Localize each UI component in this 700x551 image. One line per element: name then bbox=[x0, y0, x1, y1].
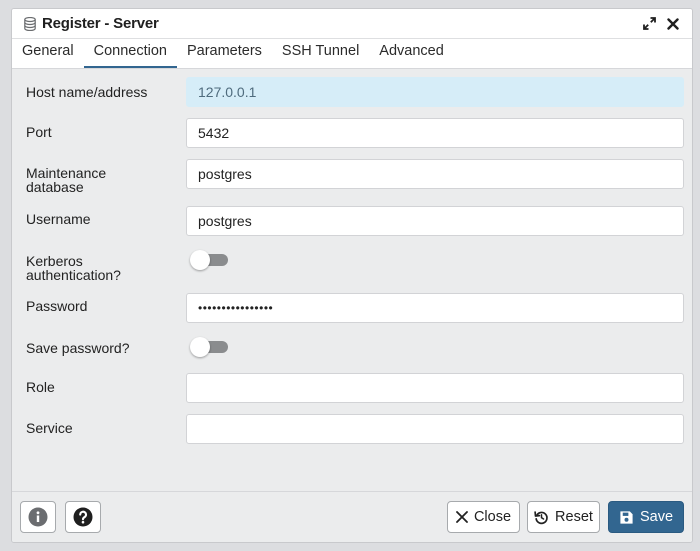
username-input[interactable] bbox=[186, 206, 684, 236]
info-button[interactable] bbox=[20, 501, 56, 533]
register-server-dialog: Register - Server General Connection Par… bbox=[11, 8, 693, 543]
info-icon bbox=[28, 507, 48, 527]
password-input[interactable] bbox=[186, 293, 684, 323]
x-icon bbox=[456, 511, 468, 523]
tab-general[interactable]: General bbox=[12, 38, 84, 68]
save-password-toggle-knob bbox=[190, 337, 210, 357]
kerberos-toggle[interactable] bbox=[190, 250, 228, 270]
dialog-titlebar[interactable]: Register - Server bbox=[12, 9, 692, 39]
tab-advanced[interactable]: Advanced bbox=[369, 38, 454, 68]
password-label: Password bbox=[26, 298, 88, 314]
kerberos-label-line2: authentication? bbox=[26, 267, 121, 283]
dialog-title: Register - Server bbox=[42, 15, 159, 32]
save-password-label: Save password? bbox=[26, 340, 130, 356]
tab-bar: General Connection Parameters SSH Tunnel… bbox=[12, 39, 692, 69]
role-label: Role bbox=[26, 379, 55, 395]
maintenance-db-label-line2: database bbox=[26, 179, 84, 195]
floppy-disk-icon bbox=[619, 510, 634, 525]
username-label: Username bbox=[26, 211, 91, 227]
connection-form: Host name/address Port Maintenance datab… bbox=[12, 69, 692, 492]
close-button[interactable]: Close bbox=[447, 501, 520, 533]
service-input[interactable] bbox=[186, 414, 684, 444]
port-input[interactable] bbox=[186, 118, 684, 148]
reset-button[interactable]: Reset bbox=[527, 501, 600, 533]
tab-ssh-tunnel[interactable]: SSH Tunnel bbox=[272, 38, 369, 68]
reset-button-label: Reset bbox=[555, 509, 593, 525]
role-input[interactable] bbox=[186, 373, 684, 403]
save-password-toggle[interactable] bbox=[190, 337, 228, 357]
help-button[interactable] bbox=[65, 501, 101, 533]
maintenance-db-input[interactable] bbox=[186, 159, 684, 189]
port-label: Port bbox=[26, 124, 52, 140]
host-input[interactable] bbox=[186, 77, 684, 107]
service-label: Service bbox=[26, 420, 73, 436]
close-icon[interactable] bbox=[664, 15, 682, 33]
help-icon bbox=[73, 507, 93, 527]
tab-connection[interactable]: Connection bbox=[83, 38, 177, 68]
host-label: Host name/address bbox=[26, 84, 148, 100]
server-icon bbox=[24, 16, 38, 32]
kerberos-label: Kerberos authentication? bbox=[26, 254, 176, 282]
kerberos-toggle-knob bbox=[190, 250, 210, 270]
save-button-label: Save bbox=[639, 509, 674, 525]
save-button[interactable]: Save bbox=[608, 501, 684, 533]
dialog-footer: Close Reset Save bbox=[12, 491, 692, 542]
tab-parameters[interactable]: Parameters bbox=[177, 38, 272, 68]
maintenance-db-label: Maintenance database bbox=[26, 166, 176, 194]
close-button-label: Close bbox=[473, 509, 512, 525]
reset-icon bbox=[534, 510, 549, 525]
expand-icon[interactable] bbox=[640, 15, 658, 33]
